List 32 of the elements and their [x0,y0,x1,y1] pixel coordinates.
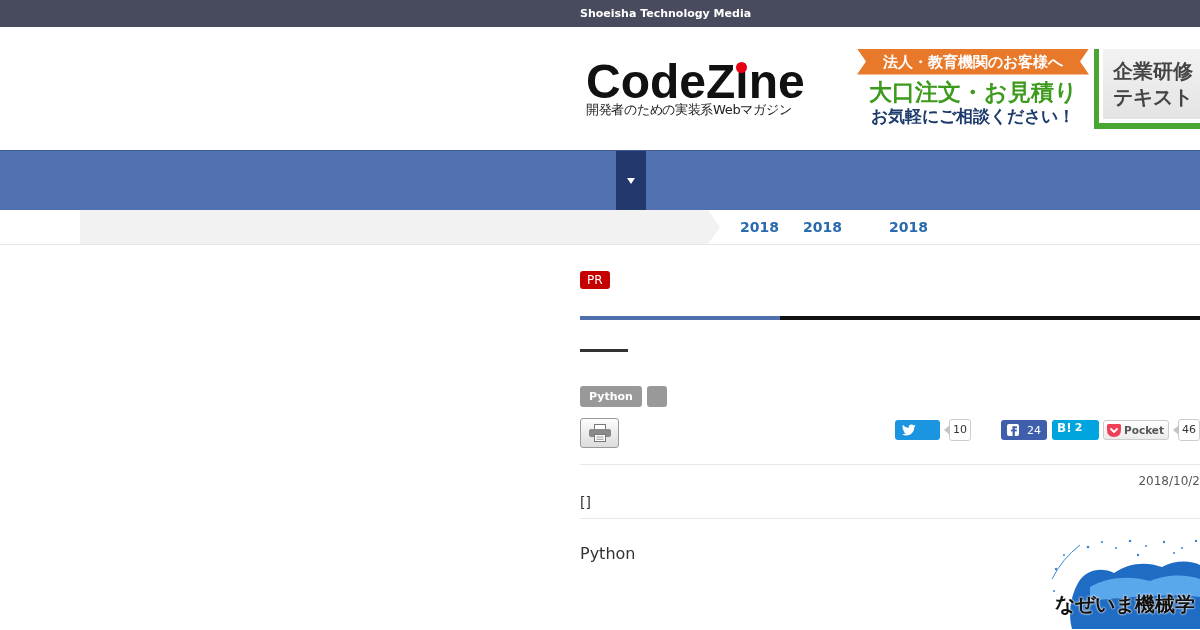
f-icon [1007,424,1019,436]
share-button[interactable] [895,420,940,440]
breadcrumb-link[interactable]: 2018 [802,218,842,236]
share-button[interactable]: B! 2 [1052,420,1099,440]
pocket-button[interactable]: Pocket [1103,420,1169,440]
book-label: テキスト [1113,83,1194,110]
ribbon-banner[interactable]: 法人・教育機関のお客様へ [857,48,1089,75]
logo-tagline: 開発者のための実装系Webマガジン [586,102,792,117]
printer-icon [588,424,611,442]
tag-chip[interactable] [646,386,667,407]
tag-link[interactable]: Python [580,386,642,407]
caret-icon [627,177,635,184]
dot-icon [736,61,747,73]
share-count: 46 [1173,419,1200,441]
share-count: 10 [944,419,971,441]
short-rule [580,349,628,352]
bird-icon [902,424,916,436]
share-button[interactable]: 24 [1001,420,1047,440]
breadcrumb-link[interactable]: 2018 [740,218,779,236]
bracket-text: [] [580,493,591,512]
chevron-shield-icon [1107,423,1121,437]
banner-subline[interactable]: お気軽にご相談ください！ [871,105,1075,126]
book-frame[interactable]: 企業研修 テキスト [1094,48,1200,129]
pr-badge: PR [580,271,610,289]
network-title[interactable]: Shoeisha Technology Media [580,6,752,21]
banner-headline[interactable]: 大口注文・お見積り [868,77,1078,106]
book-label: 企業研修 [1113,57,1194,84]
breadcrumb-link[interactable]: 2018 [888,218,928,236]
logo-wordmark[interactable]: CodeZine [586,60,805,103]
body-text: Python [580,543,636,565]
publish-date: 2018/10/2 [1138,473,1200,489]
print-button[interactable] [580,418,619,448]
